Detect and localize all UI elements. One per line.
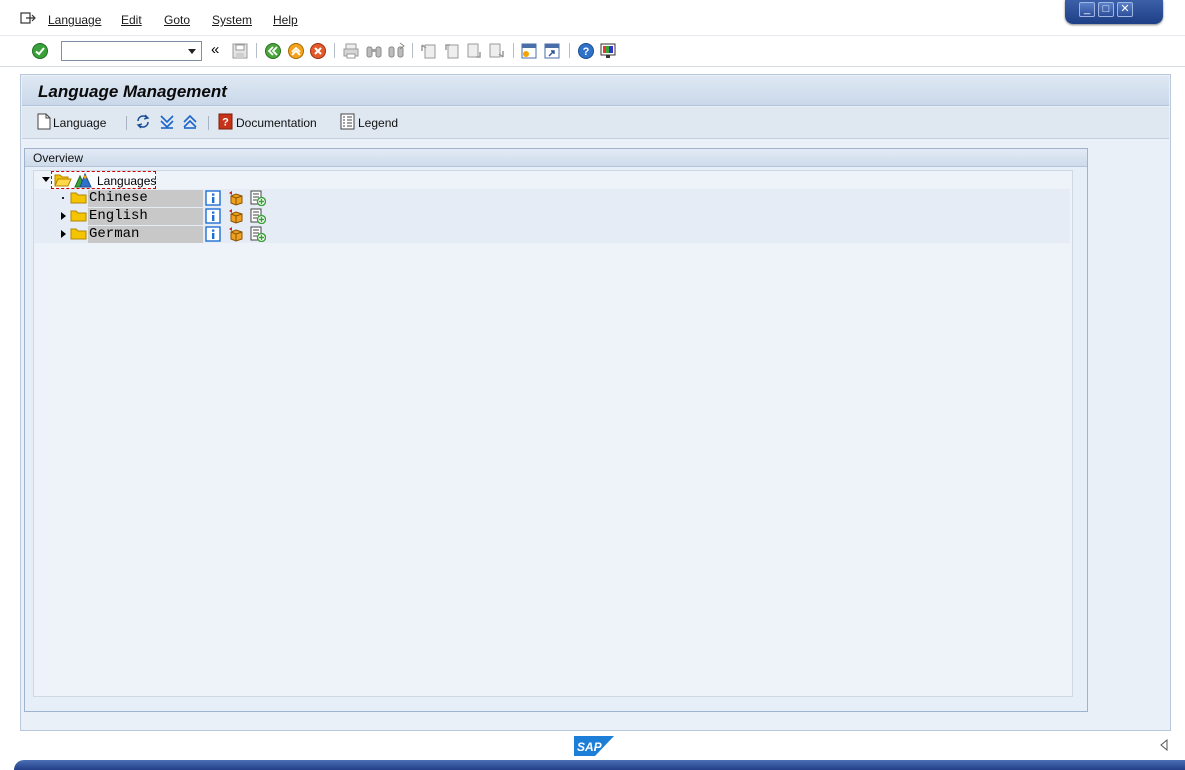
next-page-icon[interactable] [465,42,483,60]
tree-node-english[interactable]: English [34,207,1070,225]
application-toolbar: Language ? Documentation Legend [22,107,1169,139]
refresh-icon[interactable] [135,113,151,130]
svg-text:?: ? [222,117,229,129]
languages-icon [74,173,92,188]
new-session-icon[interactable] [520,42,538,60]
menu-help[interactable]: Help [273,13,298,27]
add-entry-icon[interactable] [250,226,266,242]
menu-edit[interactable]: Edit [121,13,142,27]
standard-toolbar: « ? [0,36,1185,67]
new-document-icon[interactable] [36,113,52,130]
tree-node-label[interactable]: German [88,226,203,243]
svg-text:SAP: SAP [577,740,603,754]
close-icon[interactable]: ✕ [1117,2,1133,17]
shortcut-icon[interactable] [543,42,561,60]
cancel-icon[interactable] [309,42,327,60]
first-page-icon[interactable] [420,42,438,60]
last-page-icon[interactable] [487,42,505,60]
leaf-bullet-icon [62,197,64,199]
svg-text:?: ? [583,46,590,58]
previous-page-icon[interactable] [443,42,461,60]
menu-language[interactable]: Language [48,13,101,27]
tree-node-chinese[interactable]: Chinese [34,189,1070,207]
menu-goto[interactable]: Goto [164,13,190,27]
collapsed-arrow-icon[interactable] [61,230,66,238]
transport-icon[interactable] [228,226,244,242]
separator [208,116,209,130]
application-frame: Language Management Language ? Documenta… [20,74,1171,731]
separator [513,43,514,58]
menu-bar: Language Edit Goto System Help _ □ ✕ [0,0,1185,36]
overview-group: Overview Languages Chinese English Germa… [24,148,1088,712]
folder-icon [70,228,87,240]
language-button[interactable]: Language [53,116,106,130]
chevron-down-icon[interactable] [184,43,200,59]
expand-all-icon[interactable] [159,113,175,130]
title-bar: Language Management [22,76,1169,106]
separator [334,43,335,58]
open-folder-icon [54,174,72,187]
separator [256,43,257,58]
menu-exit-icon[interactable] [20,11,36,25]
overview-header: Overview [25,149,1087,167]
bottom-frame-band [14,760,1185,770]
collapse-command-icon[interactable]: « [211,41,229,59]
info-icon[interactable] [205,190,221,206]
tree-root-row[interactable]: Languages [34,171,1070,189]
minimize-icon[interactable]: _ [1079,2,1095,17]
separator [412,43,413,58]
command-field[interactable] [61,41,202,61]
tree-root-node[interactable]: Languages [51,171,156,189]
collapsed-arrow-icon[interactable] [61,212,66,220]
add-entry-icon[interactable] [250,190,266,206]
help-icon[interactable]: ? [577,42,595,60]
sap-logo: SAP [574,736,614,756]
exit-icon[interactable] [287,42,305,60]
transport-icon[interactable] [228,190,244,206]
documentation-button[interactable]: Documentation [236,116,317,130]
expand-status-icon[interactable] [1158,739,1170,751]
documentation-icon[interactable]: ? [218,113,234,130]
tree-node-german[interactable]: German [34,225,1070,243]
status-bar: SAP [0,731,1185,770]
back-icon[interactable] [264,42,282,60]
overview-title: Overview [33,151,84,165]
add-entry-icon[interactable] [250,208,266,224]
customize-layout-icon[interactable] [599,42,617,60]
legend-button[interactable]: Legend [358,116,398,130]
find-icon[interactable] [365,42,383,60]
separator [126,116,127,130]
enter-check-icon[interactable] [31,42,49,60]
command-input[interactable] [62,42,180,60]
separator [569,43,570,58]
tree-node-label[interactable]: English [88,208,203,225]
window-controls: _ □ ✕ [1065,0,1163,24]
page-title: Language Management [38,82,227,101]
expanded-arrow-icon[interactable] [42,177,50,182]
legend-icon[interactable] [340,113,356,130]
maximize-icon[interactable]: □ [1098,2,1114,17]
find-next-icon[interactable] [387,42,405,60]
save-icon[interactable] [231,42,249,60]
info-icon[interactable] [205,208,221,224]
menu-system[interactable]: System [212,13,252,27]
tree-node-label[interactable]: Chinese [88,190,203,207]
collapse-all-icon[interactable] [182,113,198,130]
folder-icon [70,210,87,222]
tree-root-label: Languages [97,174,157,188]
transport-icon[interactable] [228,208,244,224]
print-icon[interactable] [342,42,360,60]
folder-icon [70,192,87,204]
info-icon[interactable] [205,226,221,242]
language-tree: Languages Chinese English German [33,170,1073,697]
